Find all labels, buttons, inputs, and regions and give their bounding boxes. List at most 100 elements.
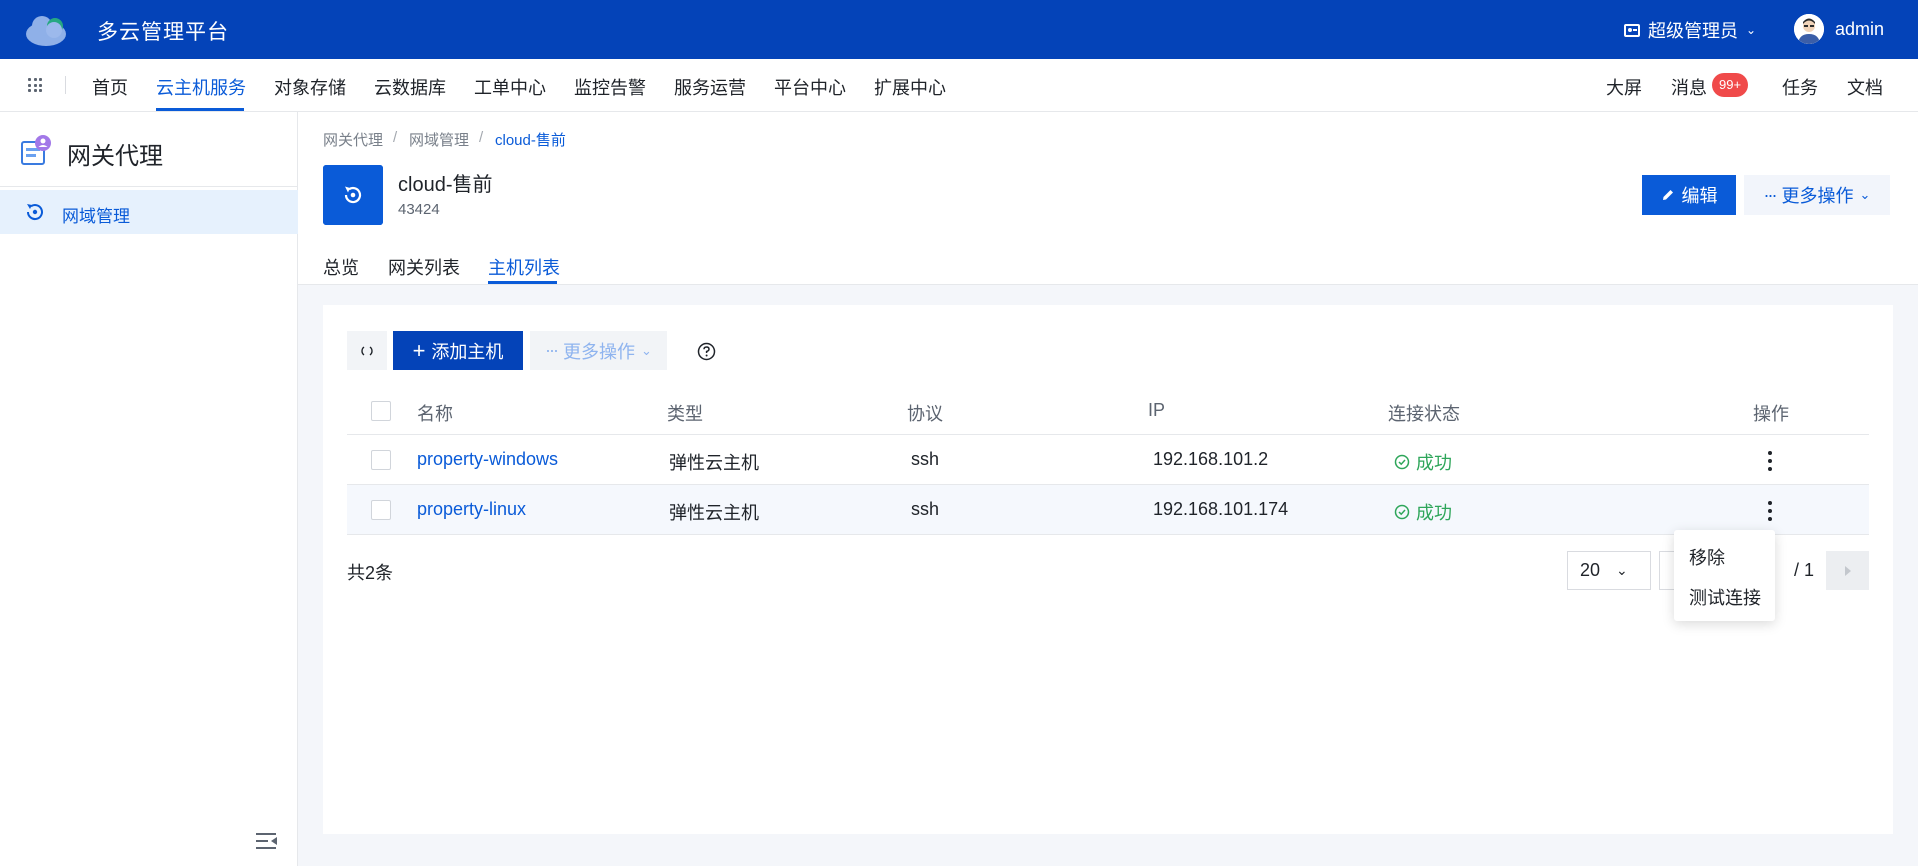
tab-host-list[interactable]: 主机列表 — [488, 254, 560, 280]
messages-link[interactable]: 消息 — [1671, 74, 1707, 100]
platform-title: 多云管理平台 — [97, 21, 229, 44]
apps-grid-icon[interactable] — [28, 78, 42, 92]
row-checkbox[interactable] — [371, 500, 391, 520]
add-host-button[interactable]: + 添加主机 — [393, 331, 523, 370]
column-header-actions: 操作 — [1753, 404, 1789, 424]
gateway-proxy-icon — [21, 135, 51, 165]
connection-status: 成功 — [1394, 499, 1452, 525]
sidebar-title: 网关代理 — [67, 143, 163, 170]
resource-name: cloud-售前 — [398, 174, 493, 196]
status-label: 成功 — [1416, 453, 1452, 473]
pencil-icon — [1662, 190, 1673, 200]
docs-link[interactable]: 文档 — [1847, 74, 1883, 100]
top-bar: 多云管理平台 超级管理员 ⌄ admin — [0, 0, 1918, 59]
breadcrumb-item-gateway-proxy[interactable]: 网关代理 — [323, 129, 383, 150]
role-switcher[interactable]: 超级管理员 ⌄ — [1624, 17, 1756, 43]
id-card-icon — [1624, 23, 1640, 37]
breadcrumb-separator: / — [393, 129, 398, 146]
host-type: 弹性云主机 — [669, 503, 759, 523]
cloud-logo-icon[interactable] — [24, 12, 72, 48]
status-label: 成功 — [1416, 503, 1452, 523]
total-count: 共2条 — [347, 563, 394, 583]
row-actions-kebab-icon[interactable] — [1762, 451, 1778, 471]
tab-active-indicator — [488, 281, 557, 284]
nav-item-platform-center[interactable]: 平台中心 — [774, 74, 846, 100]
check-circle-icon — [1394, 504, 1410, 520]
edit-button-label: 编辑 — [1681, 186, 1718, 206]
host-protocol: ssh — [911, 499, 940, 519]
nav-item-extension-center[interactable]: 扩展中心 — [874, 74, 946, 100]
page-total: / 1 — [1794, 560, 1815, 580]
column-header-ip: IP — [1148, 400, 1166, 420]
check-circle-icon — [1394, 454, 1410, 470]
host-type: 弹性云主机 — [669, 453, 759, 473]
role-label: 超级管理员 — [1648, 21, 1738, 41]
host-protocol: ssh — [911, 449, 940, 469]
domain-refresh-icon — [26, 204, 43, 221]
avatar — [1794, 14, 1824, 44]
page-size-select[interactable]: 20 ⌄ — [1567, 551, 1651, 590]
row-checkbox[interactable] — [371, 450, 391, 470]
batch-more-actions-label: 更多操作 — [563, 341, 636, 362]
next-page-button[interactable] — [1826, 551, 1869, 590]
sidebar-item-label: 网域管理 — [62, 207, 130, 226]
page-size-value: 20 — [1580, 560, 1601, 580]
table-header: 名称 类型 协议 IP 连接状态 操作 — [347, 387, 1869, 435]
resource-id: 43424 — [398, 201, 440, 218]
breadcrumb-item-current: cloud-售前 — [495, 132, 566, 149]
nav-item-object-storage[interactable]: 对象存储 — [274, 74, 346, 100]
nav-item-cloud-database[interactable]: 云数据库 — [374, 74, 446, 100]
breadcrumb-separator: / — [479, 129, 484, 146]
more-actions-label: 更多操作 — [1781, 186, 1854, 206]
host-name-link[interactable]: property-linux — [417, 499, 526, 520]
bigscreen-link[interactable]: 大屏 — [1606, 74, 1642, 100]
column-header-protocol: 协议 — [907, 404, 943, 424]
tasks-link[interactable]: 任务 — [1782, 74, 1818, 100]
host-ip: 192.168.101.2 — [1153, 449, 1269, 469]
connection-status: 成功 — [1394, 449, 1452, 475]
detail-header: 网关代理 / 网域管理 / cloud-售前 cloud-售前 43424 编辑… — [298, 112, 1918, 285]
column-header-status: 连接状态 — [1388, 404, 1460, 424]
sidebar: 网关代理 网域管理 — [0, 112, 298, 866]
nav-divider — [65, 76, 66, 94]
tab-overview[interactable]: 总览 — [323, 254, 359, 280]
nav-item-home[interactable]: 首页 — [92, 74, 128, 100]
messages-badge: 99+ — [1712, 73, 1749, 97]
select-all-checkbox[interactable] — [371, 401, 391, 421]
tab-gateway-list[interactable]: 网关列表 — [388, 254, 460, 280]
refresh-icon — [361, 345, 373, 356]
batch-more-actions-button[interactable]: ··· 更多操作 ⌄ — [530, 331, 667, 370]
more-actions-button[interactable]: ··· 更多操作 ⌄ — [1744, 175, 1890, 215]
main-nav: 首页 云主机服务 对象存储 云数据库 工单中心 监控告警 服务运营 平台中心 扩… — [0, 59, 1918, 112]
menu-item-remove[interactable]: 移除 — [1689, 544, 1725, 570]
row-actions-kebab-icon[interactable] — [1762, 501, 1778, 521]
user-menu[interactable]: admin — [1794, 14, 1884, 44]
sidebar-item-domain-management[interactable]: 网域管理 — [0, 190, 298, 234]
chevron-down-icon: ⌄ — [1746, 23, 1757, 37]
nav-item-ticket-center[interactable]: 工单中心 — [474, 74, 546, 100]
menu-item-test-connection[interactable]: 测试连接 — [1689, 584, 1761, 610]
chevron-down-icon: ⌄ — [1859, 187, 1871, 202]
caret-right-icon — [1844, 565, 1851, 576]
nav-item-monitoring[interactable]: 监控告警 — [574, 74, 646, 100]
add-host-label: 添加主机 — [431, 341, 504, 362]
table-row: property-linux 弹性云主机 ssh 192.168.101.174… — [347, 485, 1869, 535]
domain-resource-icon — [323, 165, 383, 225]
nav-item-service-ops[interactable]: 服务运营 — [674, 74, 746, 100]
breadcrumb-item-domain-management[interactable]: 网域管理 — [409, 129, 469, 150]
nav-item-cloud-host[interactable]: 云主机服务 — [156, 74, 246, 100]
more-dots-icon: ··· — [1763, 184, 1778, 205]
table-row: property-windows 弹性云主机 ssh 192.168.101.2… — [347, 435, 1869, 485]
host-list-panel: + 添加主机 ··· 更多操作 ⌄ 名称 类型 协议 IP 连接状态 操作 pr… — [323, 305, 1893, 834]
username: admin — [1835, 18, 1885, 39]
refresh-button[interactable] — [347, 331, 387, 370]
collapse-sidebar-icon[interactable] — [256, 832, 278, 850]
more-dots-icon: ··· — [545, 340, 559, 360]
host-name-link[interactable]: property-windows — [417, 449, 558, 470]
chevron-down-icon: ⌄ — [641, 342, 652, 358]
nav-active-indicator — [156, 108, 244, 111]
column-header-type: 类型 — [667, 404, 703, 424]
chevron-down-icon: ⌄ — [1616, 562, 1628, 578]
help-icon[interactable] — [697, 342, 716, 361]
edit-button[interactable]: 编辑 — [1642, 175, 1736, 215]
